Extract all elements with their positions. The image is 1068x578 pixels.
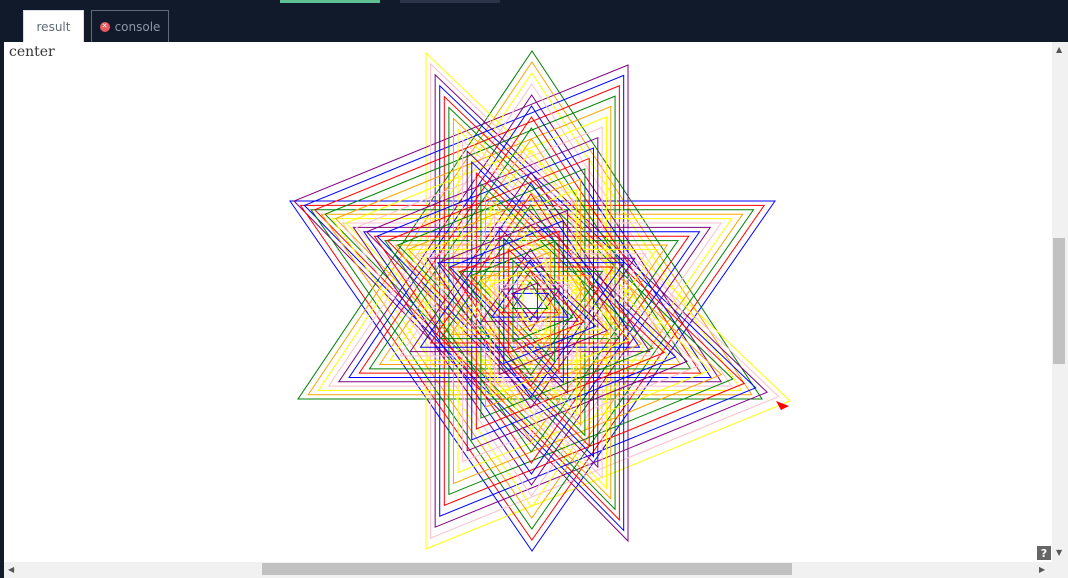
horizontal-scroll-thumb[interactable] xyxy=(262,563,792,575)
scroll-right-icon[interactable]: ▶ xyxy=(1039,566,1045,574)
top-bar: result ✕ console xyxy=(0,0,1068,42)
scroll-down-icon[interactable]: ▼ xyxy=(1056,549,1062,557)
tab-console-label: console xyxy=(114,19,161,34)
vertical-scroll-thumb[interactable] xyxy=(1053,238,1065,364)
canvas-label: center xyxy=(9,44,55,60)
scroll-corner xyxy=(1052,562,1068,578)
star-triangle xyxy=(368,127,692,370)
turtle-canvas xyxy=(289,50,791,552)
tab-result-label: result xyxy=(36,19,71,34)
scroll-left-icon[interactable]: ◀ xyxy=(8,566,14,574)
error-icon: ✕ xyxy=(99,21,110,32)
tab-result[interactable]: result xyxy=(23,10,84,42)
scroll-up-icon[interactable]: ▲ xyxy=(1056,46,1062,54)
inactive-indicator xyxy=(400,0,500,3)
result-panel: center xyxy=(4,42,1052,562)
active-indicator xyxy=(280,0,380,3)
tab-console[interactable]: ✕ console xyxy=(91,10,169,42)
star-triangle xyxy=(511,282,538,321)
vertical-scrollbar[interactable]: ▲ ▼ xyxy=(1052,42,1068,562)
horizontal-scrollbar[interactable]: ◀ ▶ xyxy=(4,562,1052,578)
help-button[interactable]: ? xyxy=(1037,546,1051,560)
